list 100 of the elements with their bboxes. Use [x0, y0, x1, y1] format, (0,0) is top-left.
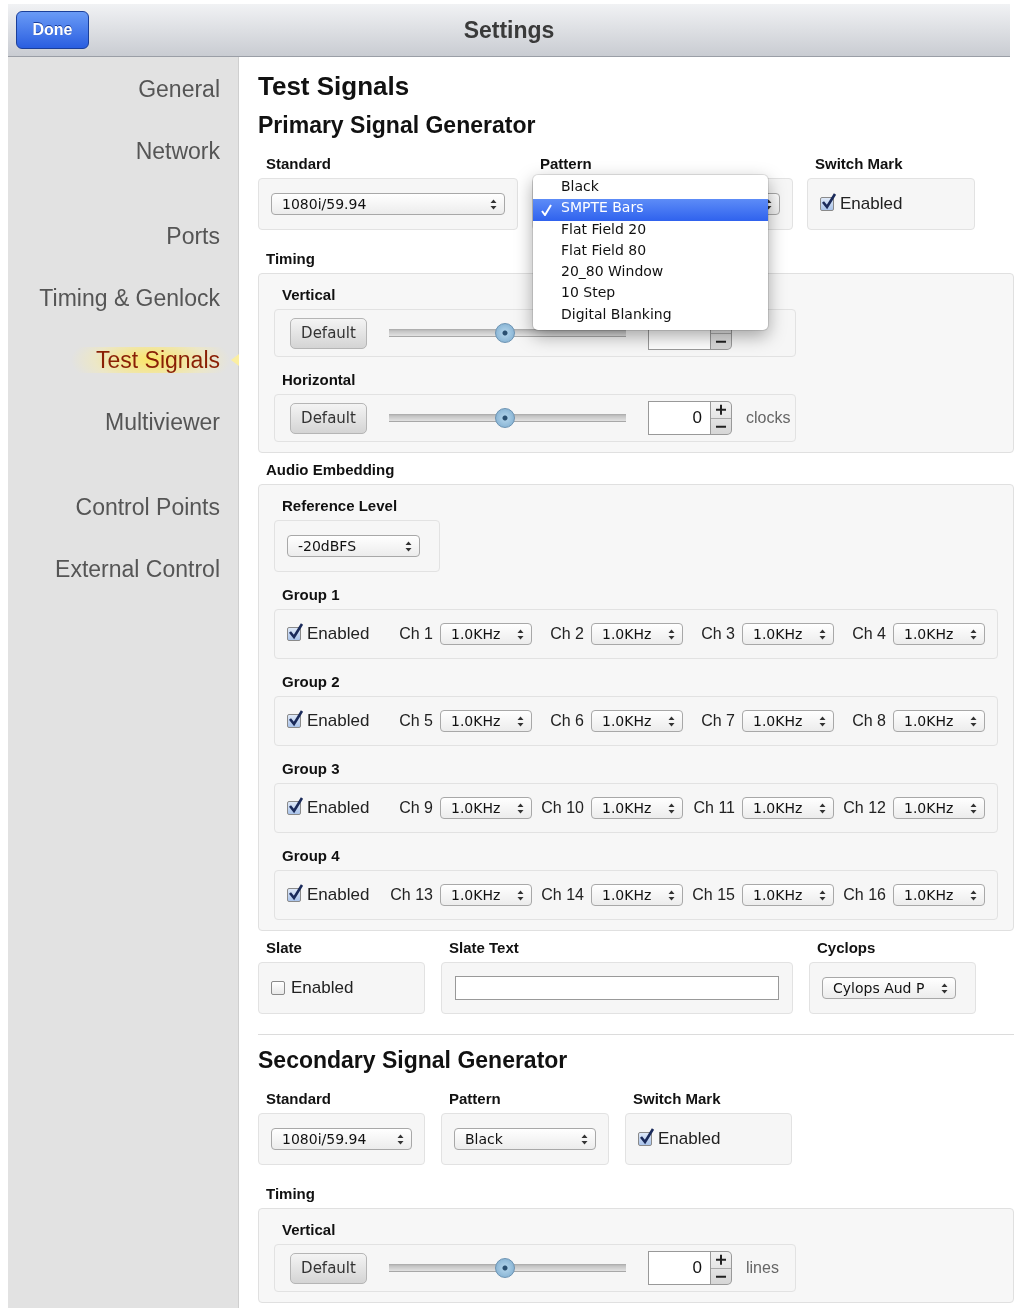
dropdown-select[interactable]: 1.0KHz	[742, 884, 834, 906]
dropdown-select[interactable]: 1.0KHz	[591, 884, 683, 906]
up-down-arrows-icon	[970, 802, 977, 814]
dropdown-select[interactable]: 1.0KHz	[893, 623, 985, 645]
field-label: Group 4	[282, 847, 340, 864]
field-label: Vertical	[282, 286, 336, 303]
dropdown-select[interactable]: 1.0KHz	[591, 710, 683, 732]
up-down-arrows-icon	[517, 628, 524, 640]
field-label: Reference Level	[282, 497, 398, 514]
up-down-arrows-icon	[765, 198, 772, 210]
default-button[interactable]: Default	[290, 1252, 367, 1284]
up-down-arrows-icon	[970, 889, 977, 901]
menu-item[interactable]: Black	[533, 178, 768, 200]
channel-label: Ch 13	[390, 886, 433, 904]
sidebar-item[interactable]: Ports	[8, 223, 238, 249]
default-button[interactable]: Default	[290, 402, 367, 434]
dropdown-select[interactable]: 1.0KHz	[893, 710, 985, 732]
channel-label: Ch 10	[541, 799, 584, 817]
dropdown-select[interactable]: 1.0KHz	[591, 797, 683, 819]
up-down-arrows-icon	[819, 889, 826, 901]
up-down-arrows-icon	[941, 982, 948, 994]
channel-label: Ch 1	[399, 625, 433, 643]
slider-thumb[interactable]	[495, 1258, 516, 1278]
slider-thumb[interactable]	[495, 408, 516, 428]
sidebar-item[interactable]: External Control	[8, 556, 238, 582]
dropdown-select[interactable]: 1080i/59.94	[271, 1128, 412, 1150]
checkbox-label: Enabled	[840, 194, 903, 214]
checkbox-label: Enabled	[307, 885, 370, 905]
field-label: Standard	[266, 1090, 331, 1107]
field-label: Slate Text	[449, 939, 519, 956]
up-down-arrows-icon	[581, 1133, 588, 1145]
dropdown-select[interactable]: 1.0KHz	[440, 884, 532, 906]
unit-label: clocks	[746, 409, 791, 427]
checkbox-label: Enabled	[658, 1129, 721, 1149]
dropdown-select[interactable]: Black	[454, 1128, 596, 1150]
number-field[interactable]: 0	[648, 401, 711, 435]
plus-icon[interactable]	[711, 1252, 731, 1269]
channel-label: Ch 5	[399, 712, 433, 730]
menu-item[interactable]: Flat Field 20	[533, 220, 768, 242]
text-field[interactable]	[455, 976, 779, 1000]
sidebar-item[interactable]: General	[8, 76, 238, 102]
dropdown-select[interactable]: 1.0KHz	[440, 710, 532, 732]
channel-label: Ch 3	[701, 625, 735, 643]
dropdown-select[interactable]: 1.0KHz	[742, 797, 834, 819]
channel-label: Ch 9	[399, 799, 433, 817]
channel-label: Ch 16	[843, 886, 886, 904]
dropdown-select[interactable]: 1080i/59.94	[271, 193, 505, 215]
channel-label: Ch 4	[852, 625, 886, 643]
default-button[interactable]: Default	[290, 317, 367, 349]
menu-item[interactable]: Flat Field 80	[533, 241, 768, 264]
field-label: Group 3	[282, 760, 340, 777]
up-down-arrows-icon	[819, 802, 826, 814]
plus-icon[interactable]	[711, 402, 731, 419]
checkbox-label: Enabled	[307, 711, 370, 731]
channel-label: Ch 12	[843, 799, 886, 817]
page-heading: Test Signals	[258, 71, 411, 102]
dropdown-select[interactable]: 1.0KHz	[742, 710, 834, 732]
up-down-arrows-icon	[668, 802, 675, 814]
dropdown-select[interactable]: -20dBFS	[287, 535, 420, 557]
field-label: Group 1	[282, 586, 340, 603]
window-title: Settings	[463, 16, 555, 44]
field-label: Standard	[266, 155, 331, 172]
checkbox-label: Enabled	[291, 978, 354, 998]
dropdown-select[interactable]: 1.0KHz	[440, 623, 532, 645]
menu-item[interactable]: 10 Step	[533, 284, 768, 306]
channel-label: Ch 14	[541, 886, 584, 904]
channel-label: Ch 11	[693, 799, 735, 817]
field-label: Slate	[266, 939, 302, 956]
dropdown-select[interactable]: Cylops Aud P	[822, 977, 956, 999]
sidebar-item[interactable]: Timing & Genlock	[8, 285, 238, 311]
menu-item[interactable]: Digital Blanking	[533, 305, 768, 328]
checkbox[interactable]	[271, 981, 285, 995]
sidebar-item[interactable]: Network	[8, 138, 238, 164]
dropdown-select[interactable]: 1.0KHz	[893, 884, 985, 906]
slider-thumb[interactable]	[495, 323, 516, 343]
dropdown-select[interactable]: 1.0KHz	[591, 623, 683, 645]
field-label: Horizontal	[282, 371, 356, 388]
sidebar-item[interactable]: Control Points	[8, 494, 238, 520]
menu-item[interactable]: SMPTE Bars	[533, 199, 768, 221]
dropdown-select[interactable]: 1.0KHz	[893, 797, 985, 819]
up-down-arrows-icon	[517, 715, 524, 727]
up-down-arrows-icon	[517, 802, 524, 814]
field-label: Timing	[266, 250, 315, 267]
menu-item[interactable]: 20_80 Window	[533, 263, 768, 285]
number-field[interactable]: 0	[648, 1251, 711, 1285]
checkbox-label: Enabled	[307, 798, 370, 818]
field-label: Vertical	[282, 1221, 336, 1238]
sidebar-item[interactable]: Multiviewer	[8, 409, 238, 435]
unit-label: lines	[746, 1259, 779, 1277]
field-label: Group 2	[282, 673, 340, 690]
channel-label: Ch 2	[550, 625, 584, 643]
done-button[interactable]: Done	[16, 11, 89, 49]
up-down-arrows-icon	[668, 889, 675, 901]
section-heading: Primary Signal Generator	[258, 112, 537, 139]
dropdown-select[interactable]: 1.0KHz	[742, 623, 834, 645]
dropdown-select[interactable]: 1.0KHz	[440, 797, 532, 819]
field-label: Timing	[266, 1185, 315, 1202]
field-label: Cyclops	[817, 939, 876, 956]
up-down-arrows-icon	[668, 628, 675, 640]
field-label: Switch Mark	[815, 155, 903, 172]
